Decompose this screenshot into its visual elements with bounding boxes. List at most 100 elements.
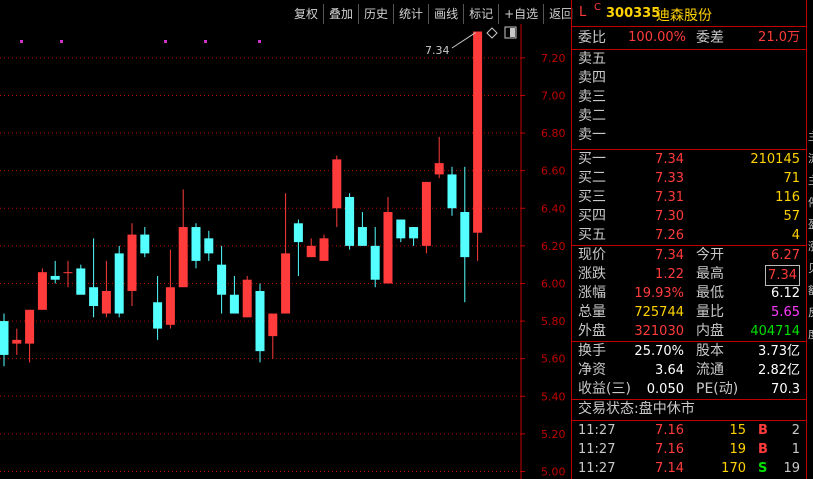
right-tab[interactable]: 主 xyxy=(808,172,813,188)
buy-price: 7.30 xyxy=(655,209,684,224)
toolbar-button[interactable]: +自选 xyxy=(498,4,543,24)
trade-count: 2 xyxy=(791,423,800,438)
weibi-label: 委比 xyxy=(578,30,606,46)
trade-volume: 15 xyxy=(729,423,746,438)
right-tab[interactable]: 涨 xyxy=(808,238,813,254)
price-tick-label: 6.60 xyxy=(541,165,566,178)
candle-body xyxy=(217,264,227,295)
sell-row: 卖二 xyxy=(572,107,806,126)
stock-code: 300335 xyxy=(606,6,661,21)
toolbar-button[interactable]: 标记 xyxy=(463,4,498,24)
buy-row: 买二 7.33 71 xyxy=(572,169,806,188)
quote-label-2: 今开 xyxy=(696,247,724,263)
candle-body xyxy=(89,287,99,307)
trade-side: S xyxy=(758,461,768,476)
sell-row: 卖五 xyxy=(572,50,806,69)
right-tab[interactable]: 停 xyxy=(808,194,813,210)
toolbar-button[interactable]: 画线 xyxy=(428,4,463,24)
stock-header[interactable]: L C 300335 迪森股份 xyxy=(572,0,806,27)
quote-label: 总量 xyxy=(578,304,606,320)
quote-value: 321030 xyxy=(634,324,684,339)
sell-level-label: 卖四 xyxy=(578,70,606,86)
candle-body xyxy=(165,287,175,325)
price-tick-label: 7.00 xyxy=(541,89,566,102)
right-tab[interactable]: 度 xyxy=(808,326,813,342)
quote-value: 725744 xyxy=(634,305,684,320)
candle-body xyxy=(255,290,265,352)
event-marker xyxy=(258,40,261,43)
buy-row: 买一 7.34 210145 xyxy=(572,150,806,169)
sell-level-label: 卖三 xyxy=(578,89,606,105)
candle-body xyxy=(191,227,201,261)
candle-body xyxy=(178,227,188,288)
candle-body xyxy=(434,163,444,175)
right-tab[interactable]: 额 xyxy=(808,282,813,298)
price-tick-label: 5.80 xyxy=(541,315,566,328)
buy-price: 7.34 xyxy=(655,152,684,167)
buy-volume: 71 xyxy=(783,171,800,186)
trade-row: 11:27 7.14 170 S 19 xyxy=(572,459,806,478)
toolbar-button[interactable]: 历史 xyxy=(358,4,393,24)
quote-row: 涨跌 1.22 最高 7.34 xyxy=(572,265,806,286)
right-tab[interactable]: 主 xyxy=(808,128,813,144)
candle-body xyxy=(37,272,47,310)
right-tab[interactable]: 贝 xyxy=(808,260,813,276)
candle-body xyxy=(447,174,457,209)
candle-body xyxy=(268,313,278,337)
quote-value: 1.22 xyxy=(655,267,684,282)
trade-status: 交易状态:盘中休市 xyxy=(572,400,806,421)
quote-value-2: 6.27 xyxy=(771,248,800,263)
stock-name: 迪森股份 xyxy=(656,8,712,24)
price-tick-label: 6.80 xyxy=(541,127,566,140)
right-side-tabs[interactable]: 主流主停盈涨贝额反度 xyxy=(806,0,813,479)
buy-level-label: 买四 xyxy=(578,208,606,224)
toolbar-button[interactable]: 叠加 xyxy=(323,4,358,24)
candle-body xyxy=(396,219,406,239)
finance-label-2: PE(动) xyxy=(696,381,739,397)
quote-value-2: 7.34 xyxy=(765,265,800,286)
price-tick-label: 6.20 xyxy=(541,240,566,253)
candle-body xyxy=(204,238,214,254)
quote-value-2: 5.65 xyxy=(771,305,800,320)
quote-value-2: 6.12 xyxy=(771,286,800,301)
candle-body xyxy=(127,234,137,291)
trade-row: 11:27 7.16 19 B 1 xyxy=(572,440,806,459)
toolbar-button[interactable]: 复权 xyxy=(289,4,323,24)
candle-body xyxy=(345,196,355,246)
candle-body xyxy=(76,268,86,295)
c-flag: C xyxy=(594,2,601,13)
candle-body xyxy=(63,272,73,274)
right-tab[interactable]: 盈 xyxy=(808,216,813,232)
finance-value-2: 2.82亿 xyxy=(758,363,800,378)
event-marker xyxy=(204,40,207,43)
buy-orders: 买一 7.34 210145 买二 7.33 71 买三 7.31 116 买四 7.30 57 买五 7… xyxy=(572,150,806,246)
candlestick-chart[interactable]: 7.20 7.00 6.80 6.60 6.40 6.20 6.00 5.80 5.60 5.40… xyxy=(0,24,571,479)
trade-status-text: 交易状态:盘中休市 xyxy=(578,401,695,417)
trade-time: 11:27 xyxy=(578,423,616,438)
event-marker xyxy=(164,40,167,43)
high-annotation-label: 7.34 xyxy=(425,44,450,57)
quote-label-2: 最高 xyxy=(696,266,724,282)
candle-body xyxy=(281,253,291,314)
candle-body xyxy=(25,309,35,344)
price-tick-label: 5.40 xyxy=(541,390,566,403)
annotation-arrow xyxy=(451,32,476,49)
quote-row: 涨幅 19.93% 最低 6.12 xyxy=(572,284,806,303)
trade-price: 7.14 xyxy=(655,461,684,476)
finance-value: 3.64 xyxy=(655,363,684,378)
right-tab[interactable]: 反 xyxy=(808,304,813,320)
sell-orders: 卖五 卖四 卖三 卖二 卖一 xyxy=(572,50,806,150)
toolbar-button[interactable]: 统计 xyxy=(393,4,428,24)
buy-level-label: 买五 xyxy=(578,227,606,243)
right-tab[interactable]: 流 xyxy=(808,150,813,166)
quote-stats: 现价 7.34 今开 6.27 涨跌 1.22 最高 7.34 涨幅 19.93% 最低 6.12 总量… xyxy=(572,246,806,342)
chart-svg: 7.20 7.00 6.80 6.60 6.40 6.20 6.00 5.80 5.60 5.40… xyxy=(0,24,566,479)
candle-body xyxy=(101,290,111,314)
tick-trades[interactable]: 11:27 7.16 15 B 2 11:27 7.16 19 B 1 11:27 7.14 170 S 1… xyxy=(572,421,806,478)
sell-level-label: 卖二 xyxy=(578,108,606,124)
buy-row: 买五 7.26 4 xyxy=(572,226,806,245)
sell-level-label: 卖五 xyxy=(578,51,606,67)
diamond-icon[interactable] xyxy=(486,27,498,39)
candle-body xyxy=(319,238,329,261)
finance-row: 净资 3.64 流通 2.82亿 xyxy=(572,361,806,380)
